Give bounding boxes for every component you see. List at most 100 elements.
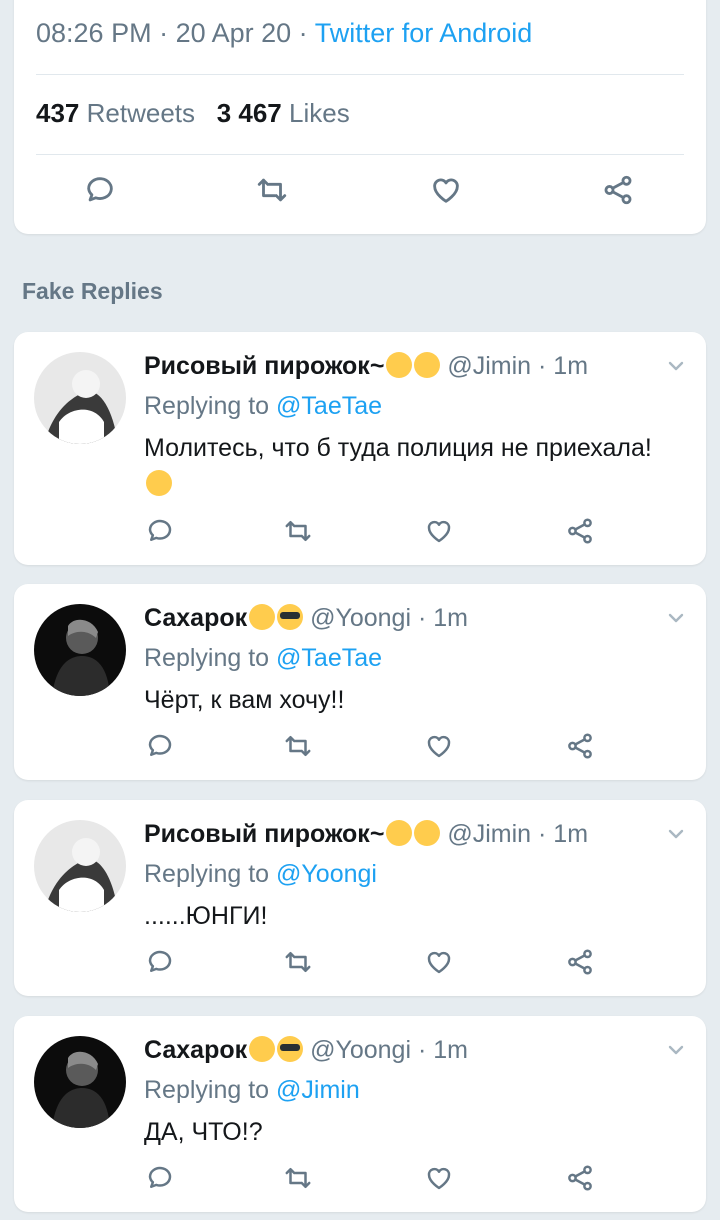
tweet-source-link[interactable]: Twitter for Android bbox=[315, 18, 533, 48]
retweet-button[interactable] bbox=[278, 942, 318, 982]
reply-icon bbox=[148, 1166, 172, 1188]
share-icon bbox=[568, 1165, 592, 1191]
reply-header: Рисовый пирожок~ @Jimin · 1m bbox=[144, 352, 588, 381]
reply-icon bbox=[148, 950, 172, 972]
avatar[interactable] bbox=[34, 352, 126, 444]
reply-button[interactable] bbox=[140, 726, 180, 766]
divider bbox=[36, 154, 684, 155]
share-icon bbox=[604, 175, 632, 205]
chevron-down-icon[interactable] bbox=[664, 1038, 688, 1062]
share-button[interactable] bbox=[560, 726, 600, 766]
tweet-card: 08:26 PM · 20 Apr 20 · Twitter for Andro… bbox=[14, 0, 706, 234]
reply-author-name[interactable]: Рисовый пирожок~ bbox=[144, 352, 384, 380]
reply-handle-time: @Yoongi · 1m bbox=[310, 1036, 468, 1064]
chevron-down-icon[interactable] bbox=[664, 606, 688, 630]
share-button[interactable] bbox=[560, 942, 600, 982]
share-button[interactable] bbox=[560, 511, 600, 551]
retweet-icon bbox=[285, 1168, 311, 1188]
avatar[interactable] bbox=[34, 820, 126, 912]
retweet-button[interactable] bbox=[278, 726, 318, 766]
section-title: Fake Replies bbox=[22, 278, 163, 304]
like-button[interactable] bbox=[419, 726, 459, 766]
avatar[interactable] bbox=[34, 604, 126, 696]
retweets-stat[interactable]: 437 Retweets bbox=[36, 98, 195, 128]
smiling-face-with-hearts-icon bbox=[386, 352, 413, 378]
reply-header: Сахарок @Yoongi · 1m bbox=[144, 604, 468, 633]
retweet-button[interactable] bbox=[278, 511, 318, 551]
reply-card[interactable]: Сахарок @Yoongi · 1m Replying to @Jimin … bbox=[14, 1016, 706, 1212]
retweet-icon bbox=[285, 952, 311, 972]
share-icon bbox=[568, 518, 592, 544]
reply-text: Чёрт, к вам хочу!! bbox=[144, 686, 345, 714]
grinning-sweat-icon bbox=[414, 820, 441, 846]
avatar[interactable] bbox=[34, 1036, 126, 1128]
reply-icon bbox=[148, 519, 172, 541]
tweet-meta: 08:26 PM · 20 Apr 20 · Twitter for Andro… bbox=[36, 18, 533, 48]
chevron-down-icon[interactable] bbox=[664, 354, 688, 378]
replying-to-link[interactable]: @Jimin bbox=[276, 1076, 360, 1104]
replying-to-link[interactable]: @TaeTae bbox=[276, 392, 382, 420]
retweet-icon bbox=[285, 521, 311, 541]
reply-text: ДА, ЧТО!? bbox=[144, 1118, 263, 1146]
like-icon bbox=[427, 951, 451, 974]
reply-button[interactable] bbox=[140, 1158, 180, 1198]
like-icon bbox=[427, 1167, 451, 1190]
share-button[interactable] bbox=[598, 170, 638, 210]
replying-to: Replying to @TaeTae bbox=[144, 392, 383, 420]
reply-button[interactable] bbox=[140, 942, 180, 982]
reply-card[interactable]: Сахарок @Yoongi · 1m Replying to @TaeTae… bbox=[14, 584, 706, 780]
replying-to-link[interactable]: @TaeTae bbox=[276, 644, 382, 672]
reply-actions bbox=[14, 726, 706, 766]
reply-text: ......ЮНГИ! bbox=[144, 902, 268, 930]
smiling-face-with-hearts-icon bbox=[386, 820, 413, 846]
tweet-stats: 437 Retweets 3 467 Likes bbox=[36, 98, 350, 129]
retweet-button[interactable] bbox=[252, 170, 292, 210]
reply-handle-time: @Jimin · 1m bbox=[447, 820, 589, 848]
reply-handle-time: @Jimin · 1m bbox=[447, 352, 589, 380]
reply-author-name[interactable]: Рисовый пирожок~ bbox=[144, 820, 384, 848]
face-with-rolling-eyes-icon bbox=[146, 470, 172, 496]
share-button[interactable] bbox=[560, 1158, 600, 1198]
replying-to: Replying to @Yoongi bbox=[144, 860, 377, 888]
chevron-down-icon[interactable] bbox=[664, 822, 688, 846]
reply-handle-time: @Yoongi · 1m bbox=[310, 604, 468, 632]
smirking-face-icon bbox=[249, 1036, 276, 1062]
reply-header: Рисовый пирожок~ @Jimin · 1m bbox=[144, 820, 588, 849]
reply-actions bbox=[14, 1158, 706, 1198]
retweet-icon bbox=[257, 178, 287, 202]
like-button[interactable] bbox=[419, 511, 459, 551]
reply-text: Молитесь, что б туда полиция не приехала… bbox=[144, 430, 674, 502]
reply-button[interactable] bbox=[80, 170, 120, 210]
grinning-sweat-icon bbox=[414, 352, 441, 378]
reply-author-name[interactable]: Сахарок bbox=[144, 604, 247, 632]
reply-actions bbox=[14, 942, 706, 982]
like-icon bbox=[427, 735, 451, 758]
retweet-icon bbox=[285, 736, 311, 756]
reply-author-name[interactable]: Сахарок bbox=[144, 1036, 247, 1064]
like-button[interactable] bbox=[419, 942, 459, 982]
like-icon bbox=[433, 178, 459, 203]
reply-card[interactable]: Рисовый пирожок~ @Jimin · 1m Replying to… bbox=[14, 800, 706, 996]
tweet-actions bbox=[14, 170, 706, 220]
reply-header: Сахарок @Yoongi · 1m bbox=[144, 1036, 468, 1065]
replying-to-link[interactable]: @Yoongi bbox=[276, 860, 377, 888]
sunglasses-face-icon bbox=[277, 1036, 304, 1062]
like-button[interactable] bbox=[426, 170, 466, 210]
tweet-date: 20 Apr 20 bbox=[175, 18, 292, 48]
retweet-button[interactable] bbox=[278, 1158, 318, 1198]
reply-icon bbox=[87, 177, 113, 202]
replying-to: Replying to @Jimin bbox=[144, 1076, 360, 1104]
divider bbox=[36, 74, 684, 75]
reply-icon bbox=[148, 734, 172, 756]
sunglasses-face-icon bbox=[277, 604, 304, 630]
reply-card[interactable]: Рисовый пирожок~ @Jimin · 1m Replying to… bbox=[14, 332, 706, 565]
like-icon bbox=[427, 520, 451, 543]
smirking-face-icon bbox=[249, 604, 276, 630]
replying-to: Replying to @TaeTae bbox=[144, 644, 383, 672]
reply-button[interactable] bbox=[140, 511, 180, 551]
tweet-time: 08:26 PM bbox=[36, 18, 152, 48]
like-button[interactable] bbox=[419, 1158, 459, 1198]
reply-actions bbox=[14, 511, 706, 551]
likes-stat[interactable]: 3 467 Likes bbox=[217, 98, 350, 128]
share-icon bbox=[568, 733, 592, 759]
